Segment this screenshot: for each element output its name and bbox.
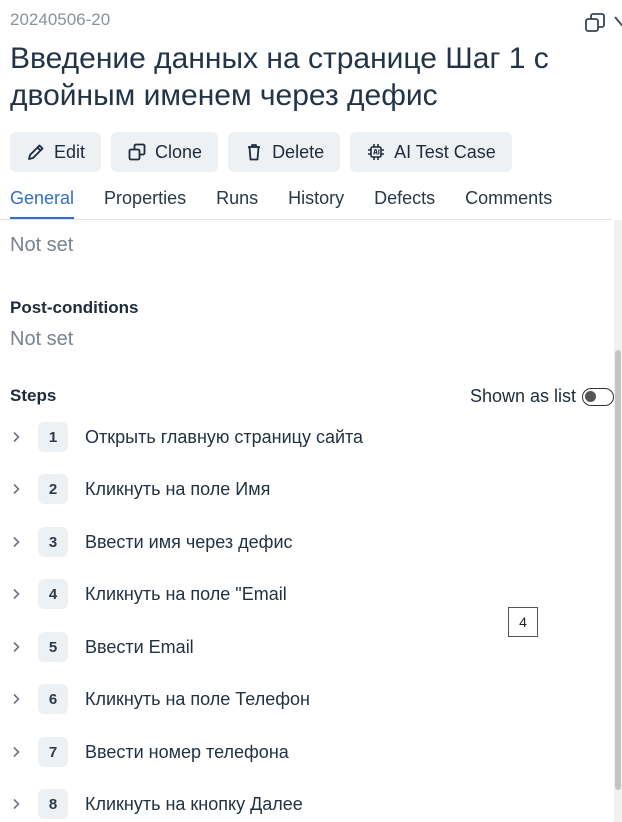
chip-icon bbox=[366, 142, 386, 162]
chevron-right-icon[interactable] bbox=[0, 641, 32, 653]
step-text: Кликнуть на поле Телефон bbox=[85, 688, 310, 709]
preconditions-value: Not set bbox=[10, 234, 74, 256]
step-number: 4 bbox=[38, 579, 68, 609]
step-row[interactable]: 2 Кликнуть на поле Имя bbox=[0, 471, 600, 507]
step-number: 6 bbox=[38, 684, 68, 714]
chevron-right-icon[interactable] bbox=[0, 693, 32, 705]
trash-icon bbox=[244, 142, 264, 162]
steps-title: Steps bbox=[10, 386, 57, 405]
ai-test-case-button[interactable]: AI Test Case bbox=[350, 132, 512, 172]
chevron-right-icon[interactable] bbox=[0, 483, 32, 495]
pencil-icon bbox=[26, 142, 46, 162]
step-row[interactable]: 6 Кликнуть на поле Телефон bbox=[0, 681, 600, 717]
step-row[interactable]: 1 Открыть главную страницу сайта bbox=[0, 419, 600, 455]
step-number: 5 bbox=[38, 632, 68, 662]
tab-defects[interactable]: Defects bbox=[374, 188, 435, 219]
postconditions-label: Post-conditions bbox=[10, 298, 139, 317]
step-text: Ввести имя через дефис bbox=[85, 531, 293, 552]
toolbar: Edit Clone Delete AI Test Case bbox=[10, 132, 512, 172]
clone-button-label: Clone bbox=[155, 141, 203, 162]
step-text: Ввести номер телефона bbox=[85, 741, 289, 762]
step-text: Открыть главную страницу сайта bbox=[85, 426, 364, 447]
step-row[interactable]: 8 Кликнуть на кнопку Далее bbox=[0, 786, 600, 822]
window-controls bbox=[584, 12, 622, 34]
general-tab-content: Not set Post-conditions Not set Steps Sh… bbox=[0, 220, 614, 822]
delete-button[interactable]: Delete bbox=[228, 132, 341, 172]
step-number: 7 bbox=[38, 737, 68, 767]
chevron-right-icon[interactable] bbox=[0, 588, 32, 600]
restore-window-icon[interactable] bbox=[584, 12, 606, 34]
chevron-right-icon[interactable] bbox=[0, 536, 32, 548]
shown-as-list-toggle[interactable] bbox=[582, 387, 614, 406]
page-number-badge: 4 bbox=[508, 607, 538, 637]
tab-history[interactable]: History bbox=[288, 188, 344, 219]
clone-icon bbox=[127, 142, 147, 162]
step-row[interactable]: 7 Ввести номер телефона bbox=[0, 734, 600, 770]
clone-button[interactable]: Clone bbox=[111, 132, 219, 172]
close-icon[interactable] bbox=[614, 12, 622, 34]
edit-button-label: Edit bbox=[54, 141, 86, 162]
ai-test-case-button-label: AI Test Case bbox=[394, 141, 496, 162]
postconditions-value: Not set bbox=[10, 328, 74, 350]
edit-button[interactable]: Edit bbox=[10, 132, 102, 172]
step-number: 1 bbox=[38, 422, 68, 452]
step-number: 3 bbox=[38, 527, 68, 557]
chevron-right-icon[interactable] bbox=[0, 431, 32, 443]
shown-as-list-control: Shown as list bbox=[470, 386, 614, 407]
step-text: Кликнуть на кнопку Далее bbox=[85, 793, 303, 814]
chevron-right-icon[interactable] bbox=[0, 798, 32, 810]
chevron-right-icon[interactable] bbox=[0, 746, 32, 758]
content-scrollbar[interactable] bbox=[614, 220, 622, 822]
tab-general[interactable]: General bbox=[10, 188, 75, 219]
tab-bar: General Properties Runs History Defects … bbox=[10, 188, 552, 219]
scrollbar-thumb[interactable] bbox=[615, 350, 621, 790]
tab-properties[interactable]: Properties bbox=[104, 188, 186, 219]
tab-runs[interactable]: Runs bbox=[216, 188, 258, 219]
step-text: Кликнуть на поле "Email bbox=[85, 583, 287, 604]
page-title: Введение данных на странице Шаг 1 с двой… bbox=[10, 42, 549, 112]
step-text: Кликнуть на поле Имя bbox=[85, 478, 271, 499]
shown-as-list-label: Shown as list bbox=[469, 386, 576, 406]
delete-button-label: Delete bbox=[272, 141, 325, 162]
tab-comments[interactable]: Comments bbox=[465, 188, 552, 219]
step-text: Ввести Email bbox=[85, 636, 194, 657]
step-row[interactable]: 3 Ввести имя через дефис bbox=[0, 524, 600, 560]
step-number: 2 bbox=[38, 474, 68, 504]
step-number: 8 bbox=[38, 789, 68, 819]
case-id: 20240506-20 bbox=[10, 10, 111, 29]
